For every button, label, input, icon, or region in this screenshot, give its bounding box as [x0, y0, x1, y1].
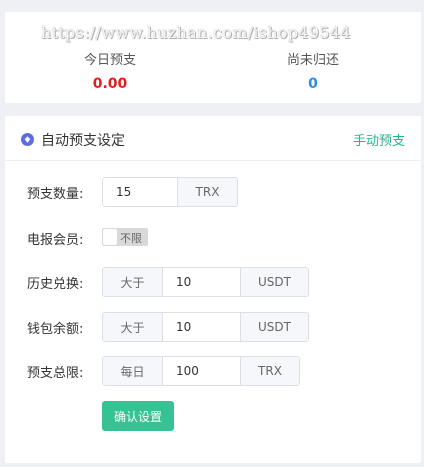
wallet-balance-prefix: 大于 — [103, 313, 163, 341]
total-limit-input[interactable] — [163, 357, 240, 385]
total-limit-prefix: 每日 — [103, 357, 163, 385]
confirm-settings-button[interactable]: 确认设置 — [102, 401, 174, 431]
total-limit-input-group: 每日 TRX — [102, 356, 300, 386]
history-exchange-prefix: 大于 — [103, 268, 163, 296]
telegram-member-row: 电报会员: — [5, 223, 421, 253]
wallet-balance-input-group: 大于 USDT — [102, 312, 309, 342]
watermark-text: https://www.huzhan.com/ishop49544 — [41, 23, 351, 42]
auto-advance-settings-card: 自动预支设定 手动预支 预支数量: TRX 电报会员: 不限 历史兑换: 大于 … — [5, 116, 421, 463]
wallet-balance-label: 钱包余额: — [27, 322, 84, 337]
toggle-knob — [103, 229, 117, 245]
today-advance-value: 0.00 — [92, 76, 128, 92]
telegram-member-label: 电报会员: — [27, 233, 84, 248]
total-limit-unit: TRX — [240, 357, 299, 385]
today-advance-label: 今日预支 — [83, 53, 136, 68]
stats-card: https://www.huzhan.com/ishop49544 今日预支 0… — [5, 12, 421, 103]
amount-input-group: TRX — [102, 177, 238, 207]
amount-unit: TRX — [177, 178, 237, 206]
history-exchange-row: 历史兑换: 大于 USDT — [5, 267, 421, 297]
today-advance-stat: 今日预支 0.00 — [10, 49, 210, 92]
total-limit-label: 预支总限: — [27, 366, 84, 381]
history-exchange-input[interactable] — [163, 268, 240, 296]
wallet-balance-unit: USDT — [240, 313, 308, 341]
diamond-icon — [21, 133, 34, 146]
history-exchange-input-group: 大于 USDT — [102, 267, 309, 297]
amount-input[interactable] — [103, 178, 177, 206]
unreturned-label: 尚未归还 — [286, 53, 339, 68]
wallet-balance-row: 钱包余额: 大于 USDT — [5, 312, 421, 342]
toggle-text: 不限 — [120, 232, 142, 245]
card-title: 自动预支设定 — [41, 133, 125, 149]
manual-advance-link[interactable]: 手动预支 — [353, 130, 405, 149]
history-exchange-unit: USDT — [240, 268, 308, 296]
unreturned-stat: 尚未归还 0 — [213, 49, 413, 92]
amount-row: 预支数量: TRX — [5, 177, 421, 207]
history-exchange-label: 历史兑换: — [27, 277, 84, 292]
amount-label: 预支数量: — [27, 187, 84, 202]
card-header: 自动预支设定 手动预支 — [5, 116, 421, 161]
unreturned-value: 0 — [308, 76, 318, 92]
wallet-balance-input[interactable] — [163, 313, 240, 341]
total-limit-row: 预支总限: 每日 TRX — [5, 356, 421, 386]
telegram-member-toggle[interactable]: 不限 — [102, 228, 148, 246]
